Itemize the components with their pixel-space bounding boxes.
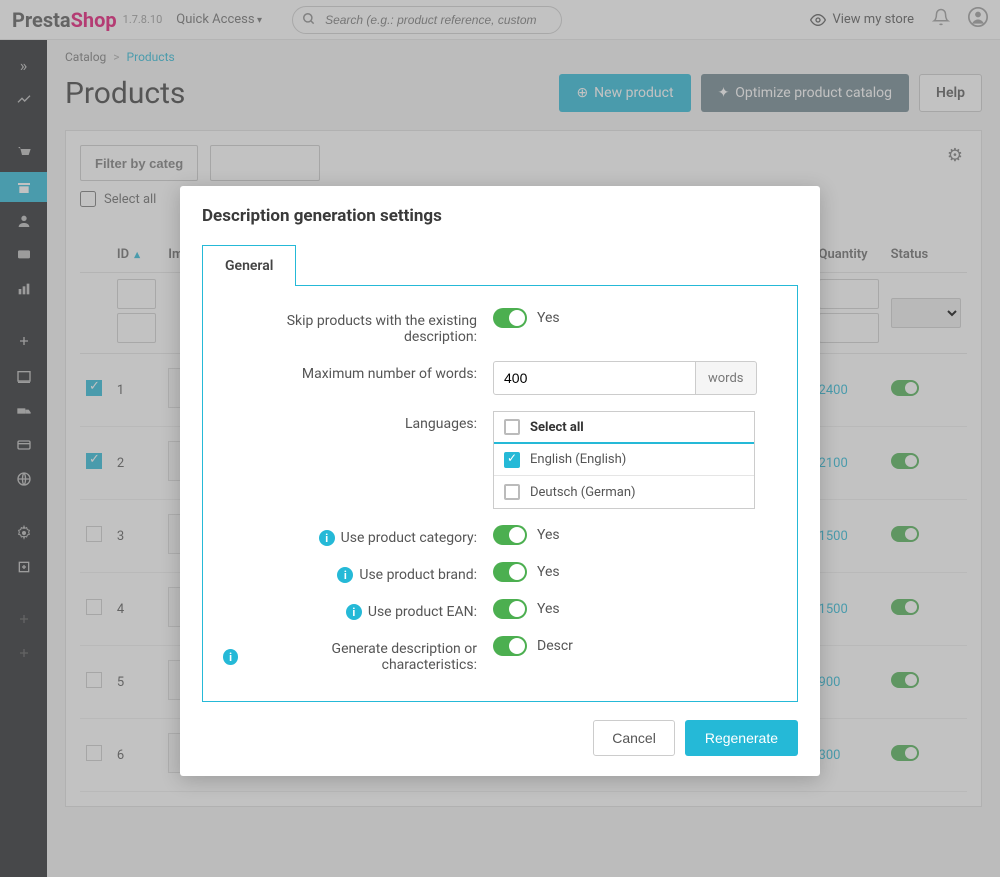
info-icon[interactable]: i (319, 530, 335, 546)
modal-title: Description generation settings (202, 206, 798, 226)
generate-desc-label: iGenerate description or characteristics… (223, 636, 493, 673)
use-brand-label: iUse product brand: (223, 562, 493, 583)
skip-existing-value: Yes (537, 310, 560, 326)
lang-german-checkbox[interactable] (504, 484, 520, 500)
use-brand-switch[interactable] (493, 562, 527, 582)
use-ean-switch[interactable] (493, 599, 527, 619)
words-addon: words (696, 361, 757, 395)
description-settings-modal: Description generation settings General … (180, 186, 820, 776)
tab-content: Skip products with the existing descript… (202, 286, 798, 702)
info-icon[interactable]: i (337, 567, 353, 583)
info-icon[interactable]: i (346, 604, 362, 620)
lang-select-all-row[interactable]: Select all (494, 412, 754, 444)
lang-english-row[interactable]: English (English) (494, 444, 754, 476)
lang-select-all-checkbox[interactable] (504, 419, 520, 435)
languages-label: Languages: (223, 411, 493, 432)
lang-german-row[interactable]: Deutsch (German) (494, 476, 754, 508)
use-category-switch[interactable] (493, 525, 527, 545)
languages-list: Select all English (English) Deutsch (Ge… (493, 411, 755, 509)
skip-existing-switch[interactable] (493, 308, 527, 328)
use-ean-label: iUse product EAN: (223, 599, 493, 620)
cancel-button[interactable]: Cancel (593, 720, 675, 756)
skip-existing-label: Skip products with the existing descript… (223, 308, 493, 345)
max-words-label: Maximum number of words: (223, 361, 493, 382)
use-category-label: iUse product category: (223, 525, 493, 546)
max-words-input[interactable] (493, 361, 696, 395)
modal-tabs: General (202, 244, 798, 286)
generate-desc-switch[interactable] (493, 636, 527, 656)
modal-overlay: Description generation settings General … (0, 0, 1000, 877)
info-icon[interactable]: i (223, 649, 238, 665)
lang-english-checkbox[interactable] (504, 452, 520, 468)
tab-general[interactable]: General (202, 245, 296, 286)
regenerate-button[interactable]: Regenerate (685, 720, 798, 756)
